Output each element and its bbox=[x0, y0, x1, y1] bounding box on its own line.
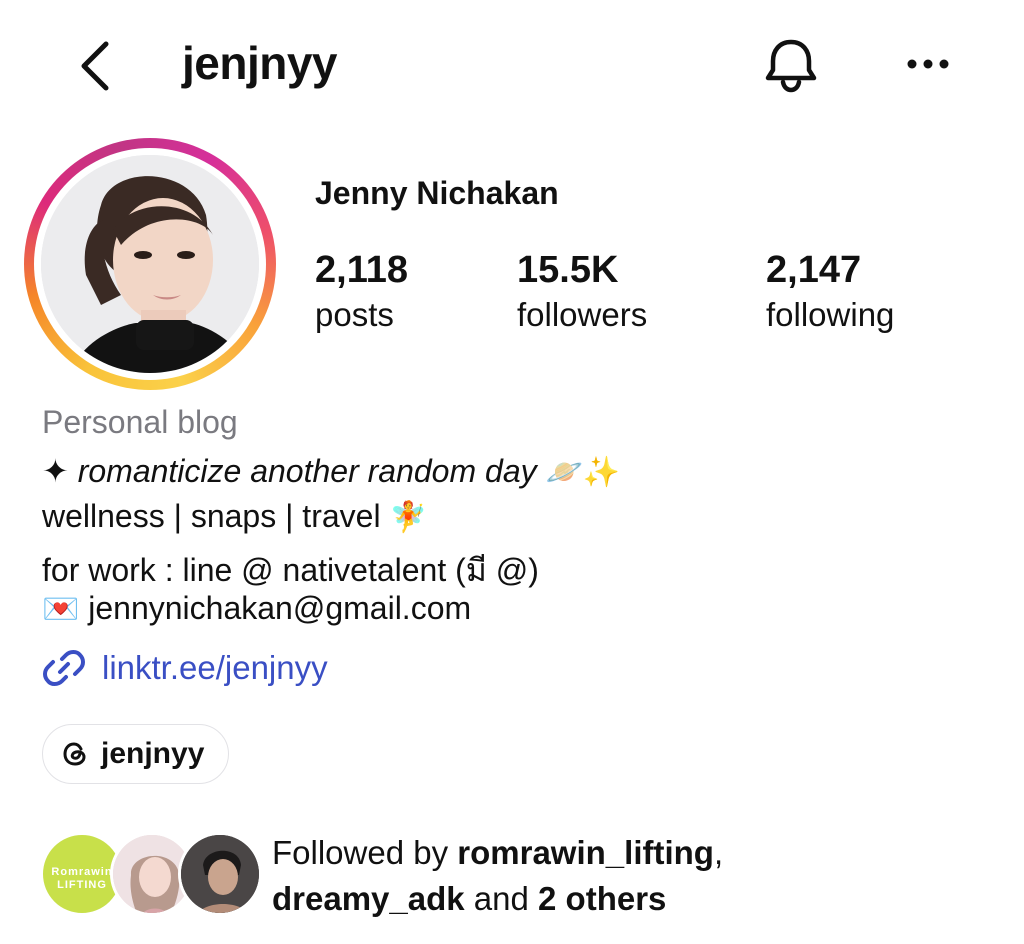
threads-username: jenjnyy bbox=[101, 737, 205, 770]
bio-link[interactable]: linktr.ee/jenjnyy bbox=[42, 645, 328, 691]
fairy-emoji: 🧚 bbox=[389, 500, 427, 535]
link-icon bbox=[43, 650, 85, 686]
followers-count: 15.5K bbox=[517, 249, 619, 291]
story-ring[interactable] bbox=[24, 138, 276, 390]
bio-tagline: romanticize another random day bbox=[77, 453, 537, 489]
followers-label: followers bbox=[517, 296, 648, 333]
threads-icon bbox=[63, 742, 86, 766]
profile-full-name: Jenny Nichakan bbox=[315, 175, 559, 211]
profile-header: jenjnyy bbox=[0, 0, 1024, 130]
mutual-follower-avatar bbox=[178, 832, 262, 916]
threads-profile-button[interactable]: jenjnyy bbox=[42, 724, 229, 784]
bio-work-contact: for work : line @ nativetalent (มี @) bbox=[42, 552, 539, 588]
mutual-followers-others[interactable]: 2 others bbox=[538, 880, 666, 917]
posts-count: 2,118 bbox=[315, 249, 408, 291]
mutual-follower-name[interactable]: romrawin_lifting bbox=[457, 834, 714, 871]
followed-by-text[interactable]: Followed by romrawin_lifting, dreamy_adk… bbox=[272, 830, 992, 922]
profile-avatar bbox=[41, 155, 259, 373]
back-button[interactable] bbox=[70, 38, 120, 94]
planet-sparkles-emoji: 🪐✨ bbox=[545, 455, 621, 490]
header-username: jenjnyy bbox=[182, 37, 338, 89]
followers-stat[interactable]: 15.5K followers bbox=[517, 248, 647, 338]
bio-email: jennynichakan@gmail.com bbox=[88, 590, 472, 626]
profile-category: Personal blog bbox=[42, 404, 238, 440]
chevron-left-icon bbox=[81, 41, 109, 91]
bio-line: ✦ romanticize another random day 🪐✨ bbox=[42, 452, 982, 490]
love-letter-emoji: 💌 bbox=[42, 592, 80, 627]
more-options-button[interactable] bbox=[900, 42, 960, 86]
more-horizontal-icon bbox=[907, 59, 949, 69]
bell-icon bbox=[765, 39, 817, 93]
following-stat[interactable]: 2,147 following bbox=[766, 248, 894, 338]
posts-stat[interactable]: 2,118 posts bbox=[315, 248, 408, 338]
posts-label: posts bbox=[315, 296, 394, 333]
following-count: 2,147 bbox=[766, 249, 862, 291]
bio-topics: wellness | snaps | travel bbox=[42, 498, 381, 534]
following-label: following bbox=[766, 296, 895, 333]
mutual-followers-avatars[interactable]: Romrawin LIFTING bbox=[40, 832, 262, 918]
mutual-follower-name[interactable]: dreamy_adk bbox=[272, 880, 465, 917]
bio-line: wellness | snaps | travel 🧚 bbox=[42, 498, 982, 535]
notifications-button[interactable] bbox=[758, 36, 824, 94]
bio-link-text[interactable]: linktr.ee/jenjnyy bbox=[102, 649, 328, 687]
sparkle-icon: ✦ bbox=[42, 453, 69, 489]
bio-line: 💌 jennynichakan@gmail.com bbox=[42, 590, 982, 627]
